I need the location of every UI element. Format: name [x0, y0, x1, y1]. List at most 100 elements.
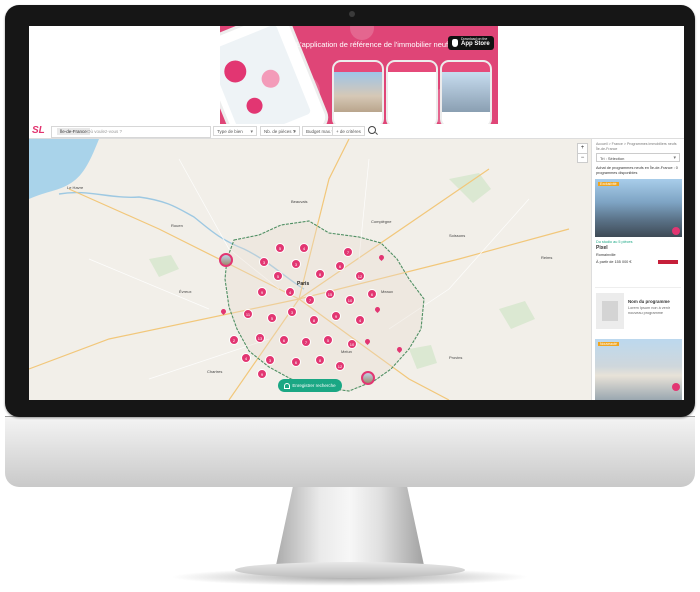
- map-cluster-pin[interactable]: 3: [259, 257, 269, 267]
- breadcrumb[interactable]: Accueil > France > Programmes immobilier…: [596, 142, 682, 152]
- new-badge: Nouveauté: [598, 342, 619, 346]
- map-cluster-pin[interactable]: 6: [291, 357, 301, 367]
- map-cluster-pin[interactable]: 8: [315, 269, 325, 279]
- map-label-paris: Paris: [297, 281, 310, 287]
- map-cluster-pin[interactable]: 2: [229, 335, 239, 345]
- zoom-in-button[interactable]: +: [578, 144, 587, 153]
- sort-select[interactable]: Tri : Sélection ▾: [596, 153, 680, 162]
- map-cluster-pin[interactable]: 6: [279, 335, 289, 345]
- map-label: Beauvais: [291, 199, 308, 204]
- type-filter[interactable]: Type de bien ▾: [213, 126, 257, 136]
- map-cluster-pin[interactable]: 5: [267, 313, 277, 323]
- map-cluster-pin[interactable]: 4: [285, 287, 295, 297]
- camera-icon: [349, 11, 355, 17]
- favorite-icon[interactable]: [672, 227, 680, 235]
- map-cluster-pin[interactable]: 13: [255, 333, 265, 343]
- map-label: Melun: [341, 349, 352, 354]
- site-logo[interactable]: SL: [32, 125, 45, 136]
- forest-shape: [149, 255, 179, 277]
- search-toolbar: SL Île-de-France Où voulez-vous ? Type d…: [29, 124, 684, 139]
- listing-placeholder-image[interactable]: [596, 293, 624, 329]
- store-big-text: App Store: [461, 41, 490, 47]
- map-cluster-pin[interactable]: 10: [347, 339, 357, 349]
- region-boundary: [224, 220, 425, 392]
- map-label: Provins: [449, 355, 463, 360]
- screen: L'application de référence de l'immobili…: [29, 26, 684, 400]
- map-cluster-pin[interactable]: 4: [299, 243, 309, 253]
- location-chip[interactable]: Île-de-France: [57, 128, 90, 135]
- map-cluster-pin[interactable]: 10: [345, 295, 355, 305]
- listing-photo[interactable]: Exclusivité: [595, 179, 682, 237]
- map-label: Compiègne: [371, 219, 392, 224]
- map-cluster-pin[interactable]: 6: [367, 289, 377, 299]
- map-view[interactable]: Le Havre Rouen Beauvais Compiègne Soisso…: [29, 139, 591, 400]
- app-store-badge[interactable]: Download on the App Store: [448, 36, 494, 50]
- map-photo-pin[interactable]: [361, 371, 375, 385]
- results-sidebar: Accueil > France > Programmes immobilier…: [591, 139, 684, 400]
- map-cluster-pin[interactable]: 12: [355, 271, 365, 281]
- map-cluster-pin[interactable]: 5: [323, 335, 333, 345]
- map-label: Meaux: [381, 289, 394, 294]
- divider: [595, 287, 681, 288]
- sort-label: Tri : Sélection: [600, 156, 625, 161]
- map-cluster-pin[interactable]: 7: [301, 337, 311, 347]
- search-icon[interactable]: [368, 126, 376, 134]
- search-placeholder: Où voulez-vous ?: [87, 129, 123, 134]
- map-cluster-pin[interactable]: 11: [243, 309, 253, 319]
- map-cluster-pin[interactable]: 3: [265, 355, 275, 365]
- map-cluster-pin[interactable]: 7: [343, 247, 353, 257]
- forest-shape: [449, 173, 491, 203]
- results-count: Achat de programmes neufs en Île-de-Fran…: [596, 166, 678, 175]
- map-cluster-pin[interactable]: 9: [331, 311, 341, 321]
- map-label: Évreux: [179, 289, 192, 294]
- listing-price: À partir de 155 000 €: [596, 260, 632, 264]
- map-cluster-pin[interactable]: 6: [335, 261, 345, 271]
- map-cluster-pin[interactable]: 7: [305, 295, 315, 305]
- map-cluster-pin[interactable]: 12: [335, 361, 345, 371]
- favorite-icon[interactable]: [672, 383, 680, 391]
- rooms-filter[interactable]: Nb. de pièces ? ▾: [260, 126, 300, 136]
- map-cluster-pin[interactable]: 3: [291, 259, 301, 269]
- map-cluster-pin[interactable]: 5: [273, 271, 283, 281]
- map-cluster-pin[interactable]: 4: [355, 315, 365, 325]
- map-cluster-pin[interactable]: 9: [257, 369, 267, 379]
- map-cluster-pin[interactable]: 4: [241, 353, 251, 363]
- sea-shape: [29, 139, 99, 199]
- monitor-stand: [275, 486, 425, 570]
- listing-description: nouveau programme: [628, 311, 664, 315]
- map-base: [29, 139, 570, 400]
- budget-filter-label: Budget max.: [306, 129, 332, 134]
- bell-icon: [284, 382, 291, 389]
- more-criteria-label: + de critères: [336, 129, 361, 134]
- listing-title[interactable]: Nom du programme: [628, 299, 670, 304]
- rooms-filter-label: Nb. de pièces ?: [264, 129, 296, 134]
- map-label: Chartres: [207, 369, 223, 374]
- map-label: Reims: [541, 255, 553, 260]
- listing-city: Romainville: [596, 253, 616, 257]
- phone-screenshot: [440, 60, 492, 124]
- listing-photo[interactable]: Nouveauté: [595, 339, 682, 400]
- zoom-control: + −: [577, 143, 588, 163]
- exclusive-badge: Exclusivité: [598, 182, 619, 186]
- save-search-button[interactable]: Enregistrer recherche: [278, 379, 342, 392]
- map-cluster-pin[interactable]: 8: [315, 355, 325, 365]
- location-search-field[interactable]: Île-de-France Où voulez-vous ?: [51, 126, 211, 138]
- decor-bubble: [350, 26, 374, 40]
- map-cluster-pin[interactable]: 9: [257, 287, 267, 297]
- map-label: Rouen: [171, 223, 183, 228]
- apple-icon: [452, 39, 458, 47]
- forest-shape: [499, 301, 535, 329]
- map-cluster-pin[interactable]: 3: [287, 307, 297, 317]
- more-criteria-filter[interactable]: + de critères: [332, 126, 365, 136]
- map-cluster-pin[interactable]: 8: [309, 315, 319, 325]
- monitor-chin: [5, 416, 695, 487]
- partner-logo: [658, 260, 678, 264]
- zoom-out-button[interactable]: −: [578, 153, 587, 163]
- app-banner[interactable]: L'application de référence de l'immobili…: [220, 26, 498, 124]
- map-cluster-pin[interactable]: 5: [275, 243, 285, 253]
- map-photo-pin[interactable]: [219, 253, 233, 267]
- listing-title[interactable]: Pixel: [596, 246, 608, 251]
- chevron-down-icon: ▾: [673, 155, 676, 161]
- banner-headline: L'application de référence de l'immobili…: [296, 40, 449, 49]
- map-cluster-pin[interactable]: 15: [325, 289, 335, 299]
